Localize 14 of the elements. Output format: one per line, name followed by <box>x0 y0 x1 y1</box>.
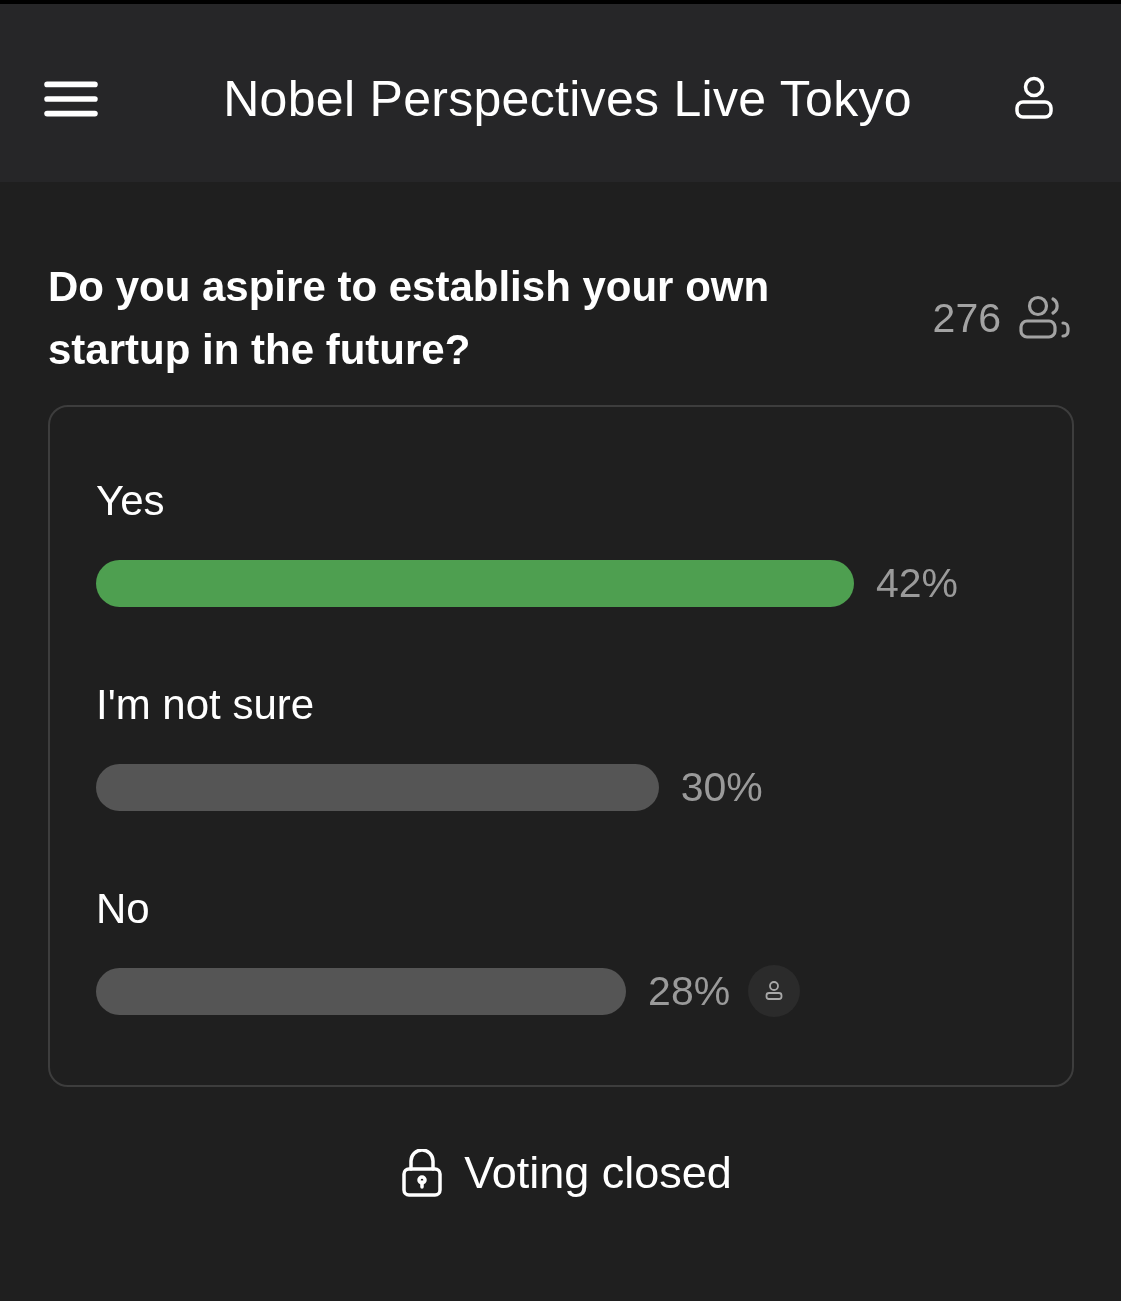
voting-status: Voting closed <box>464 1147 732 1199</box>
my-vote-person-icon <box>748 965 801 1017</box>
percentage-value: 28% <box>648 967 731 1015</box>
percentage-value: 42% <box>875 559 958 607</box>
option-label: No <box>96 885 151 933</box>
percentage-value: 30% <box>680 763 763 811</box>
app-title: Nobel Perspectives Live Tokyo <box>222 70 913 128</box>
user-profile-icon[interactable] <box>1015 76 1053 120</box>
participant-count: 276 <box>932 294 1001 342</box>
option-label: I'm not sure <box>96 681 316 729</box>
people-icon <box>1019 295 1071 341</box>
option-label: Yes <box>96 477 166 525</box>
menu-icon[interactable] <box>44 81 98 117</box>
poll-question: Do you aspire to establish your own startup in the future? <box>48 262 771 375</box>
